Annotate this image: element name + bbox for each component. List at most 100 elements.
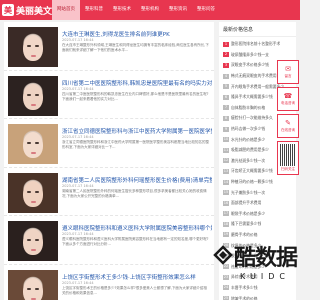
envelope-icon: ✉ <box>285 64 291 73</box>
nav-item-news[interactable]: 整形资讯 <box>164 0 192 20</box>
sidebar-item-label: 自体脂肪丰胸的价格 <box>231 104 266 110</box>
article-date: 2023-07-17 16:44 <box>62 232 94 236</box>
article-summary: 在大连市王琳整形外科领域,王琳医生和刘得龙医生均拥有丰富的临床经验,两位医生各有… <box>62 43 209 52</box>
logo-badge: 美 <box>2 4 14 16</box>
sidebar-rank: 1 <box>223 41 229 47</box>
sidebar-item-label: 玻尿酸隆鼻多少钱一支 <box>231 51 269 57</box>
article-thumbnail[interactable] <box>8 124 58 164</box>
online-consult-button[interactable]: ✎ 在线咨询 <box>277 114 299 138</box>
sidebar-item-label: 整形医院排名前十名整形手术 <box>231 41 281 47</box>
watermark-logo-icon <box>213 245 233 265</box>
nav-item-institution[interactable]: 整形机构 <box>136 0 164 20</box>
article-title[interactable]: 上饶区字街整形术王多少钱·上饶区字街整形效果怎么样 <box>62 273 212 281</box>
article-date: 2023-07-17 16:44 <box>62 86 94 91</box>
article-summary: 上饶区字街整形术王的价格是多少?效果怎么样?很多爱美人士都想了解,下面为大家详细… <box>62 285 207 295</box>
article-item[interactable]: 大连市王琳医生,刘得龙医生排名前列谁更PK 2023-07-17 16:44 在大连… <box>4 22 214 71</box>
sidebar-item-label: 种植牙的价格一颗多少钱 <box>231 179 273 185</box>
thumbnail-eye <box>27 45 31 47</box>
sidebar-rank: 18 <box>223 221 229 227</box>
watermark: 酷数据 KUIDC <box>212 238 300 300</box>
watermark-text: 酷数据 <box>234 246 298 271</box>
sidebar-item-label: 激光祛斑多少钱一次 <box>231 157 266 163</box>
watermark-subtext: KUIDC <box>240 272 290 281</box>
article-title[interactable]: 四川省第二中医医院整形科,韩凯忠是医院里最有名的吗实力对比 <box>62 79 212 87</box>
article-title[interactable]: 遵义眼科医院整形科和遵义医科大学附属医院美容整形科哪个好 <box>62 224 212 232</box>
sidebar-rank: 4 <box>223 73 229 79</box>
article-item[interactable]: 浙江省立同德医院整形科与浙江中医药大学附属第一医院医学整形美...2023-07… <box>4 119 214 168</box>
article-title[interactable]: 湖南省第二人民医院整形外科何瑶整形医生价格(费用)清单完整公开 <box>62 176 212 184</box>
article-summary: 浙江省立同德医院整形科和浙江中医药大学附属第一医院医学整形美容科都是当地比较知名… <box>62 140 209 149</box>
nav-item-qa[interactable]: 整形问答 <box>192 0 220 20</box>
sidebar-item[interactable]: 15 光子嫩肤多少钱一次 <box>223 187 292 198</box>
top-navigation-bar: 美 美丽美文网 网站首页 整形科普 整形技术 整形机构 整形资讯 整形问答 <box>0 0 300 20</box>
sidebar-rank: 16 <box>223 200 229 206</box>
sidebar-item-label: 吸脂减肥的费用是多少 <box>231 147 269 153</box>
sidebar-rank: 9 <box>223 126 229 132</box>
phone-icon: ☎ <box>283 91 293 100</box>
article-item[interactable]: 四川省第二中医医院整形科,韩凯忠是医院里最有名的吗实力对比 2023-07-17 … <box>4 71 214 119</box>
nav-item-home[interactable]: 网站首页 <box>52 0 80 20</box>
sidebar-item-label: 双眼皮手术价格多少钱 <box>231 62 269 68</box>
sidebar-item-label: 隆下巴需要多少钱 <box>231 221 262 227</box>
article-item[interactable]: 上饶区字街整形术王多少钱·上饶区字街整形效果怎么样 2023-07-17 16:4… <box>4 265 214 300</box>
message-button[interactable]: ✉ 留言 <box>277 60 299 84</box>
thumbnail-lip <box>31 249 36 251</box>
article-title[interactable]: 大连市王琳医生,刘得龙医生排名前列谁更PK <box>62 30 212 38</box>
thumbnail-face <box>23 35 43 61</box>
thumbnail-lip <box>31 55 36 57</box>
article-list: 大连市王琳医生,刘得龙医生排名前列谁更PK 2023-07-17 16:44 在大连… <box>4 22 214 300</box>
nav-item-science[interactable]: 整形科普 <box>80 0 108 20</box>
sidebar-item[interactable]: 2 玻尿酸隆鼻多少钱一支 <box>223 50 292 61</box>
message-label: 留言 <box>284 73 292 78</box>
sidebar-item-label: 隆鼻手术大概需要多少钱 <box>231 94 273 100</box>
thumbnail-eye <box>35 142 39 144</box>
sidebar-item[interactable]: 14 种植牙的价格一颗多少钱 <box>223 177 292 188</box>
sidebar-item[interactable]: 17 眼袋手术价格是多少 <box>223 209 292 220</box>
article-date: 2023-07-17 16:44 <box>62 280 94 285</box>
thumbnail-eye <box>27 239 31 241</box>
sidebar-rank: 17 <box>223 211 229 217</box>
article-thumbnail[interactable] <box>8 269 58 300</box>
article-item[interactable]: 湖南省第二人民医院整形外科何瑶整形医生价格(费用)清单完整公开 2023-07-1… <box>4 168 214 216</box>
sidebar-rank: 13 <box>223 168 229 174</box>
article-thumbnail[interactable] <box>8 172 58 213</box>
sidebar-item-label: 光子嫩肤多少钱一次 <box>231 189 266 195</box>
article-thumbnail[interactable] <box>8 221 58 261</box>
article-date: 2023-07-17 16:44 <box>62 38 94 42</box>
sidebar-rank: 2 <box>223 52 229 58</box>
phone-consult-button[interactable]: ☎ 电话咨询 <box>277 87 299 111</box>
thumbnail-eye <box>27 142 31 144</box>
thumbnail-lip <box>31 297 36 300</box>
article-title[interactable]: 浙江省立同德医院整形科与浙江中医药大学附属第一医院医学整形美... <box>62 127 212 135</box>
sidebar-item[interactable]: 18 隆下巴需要多少钱 <box>223 219 292 230</box>
sidebar-item[interactable]: 1 整形医院排名前十名整形手术 <box>223 39 292 50</box>
sidebar-rank: 7 <box>223 105 229 111</box>
sidebar-rank: 8 <box>223 115 229 121</box>
thumbnail-eye <box>35 287 39 290</box>
article-thumbnail[interactable] <box>8 27 58 67</box>
thumbnail-eye <box>27 93 31 96</box>
article-summary: 湖南省第二人民医院整形外科的何瑶医生擅长多种整形项目,很多求美者都比较关心她的收… <box>62 188 207 198</box>
sidebar-item-label: 瘦脸针打一次能维持多久 <box>231 115 273 121</box>
sidebar-rank: 19 <box>223 232 229 238</box>
sidebar-rank: 10 <box>223 137 229 143</box>
thumbnail-eye <box>35 93 39 96</box>
sidebar-item[interactable]: 16 面部提升手术费用 <box>223 198 292 209</box>
article-date: 2023-07-17 16:44 <box>62 135 94 139</box>
thumbnail-eye <box>35 239 39 241</box>
thumbnail-face <box>23 229 43 255</box>
thumbnail-lip <box>31 200 36 203</box>
sidebar-rank: 3 <box>223 62 229 68</box>
sidebar-rank: 15 <box>223 190 229 196</box>
sidebar-item-label: 热玛吉做一次多少钱 <box>231 126 266 132</box>
article-thumbnail[interactable] <box>8 75 58 116</box>
sidebar-item-label: 水光针的价格是多少 <box>231 136 266 142</box>
thumbnail-face <box>23 132 43 158</box>
article-item[interactable]: 遵义眼科医院整形科和遵义医科大学附属医院美容整形科哪个好 2023-07-17 1… <box>4 216 214 265</box>
nav-item-technique[interactable]: 整形技术 <box>108 0 136 20</box>
qr-code-panel: 扫码关注 <box>277 141 299 175</box>
thumbnail-face <box>23 83 43 110</box>
qr-code-label: 扫码关注 <box>281 167 295 171</box>
thumbnail-eye <box>27 287 31 290</box>
sidebar-item-label: 眼袋手术价格是多少 <box>231 210 266 216</box>
